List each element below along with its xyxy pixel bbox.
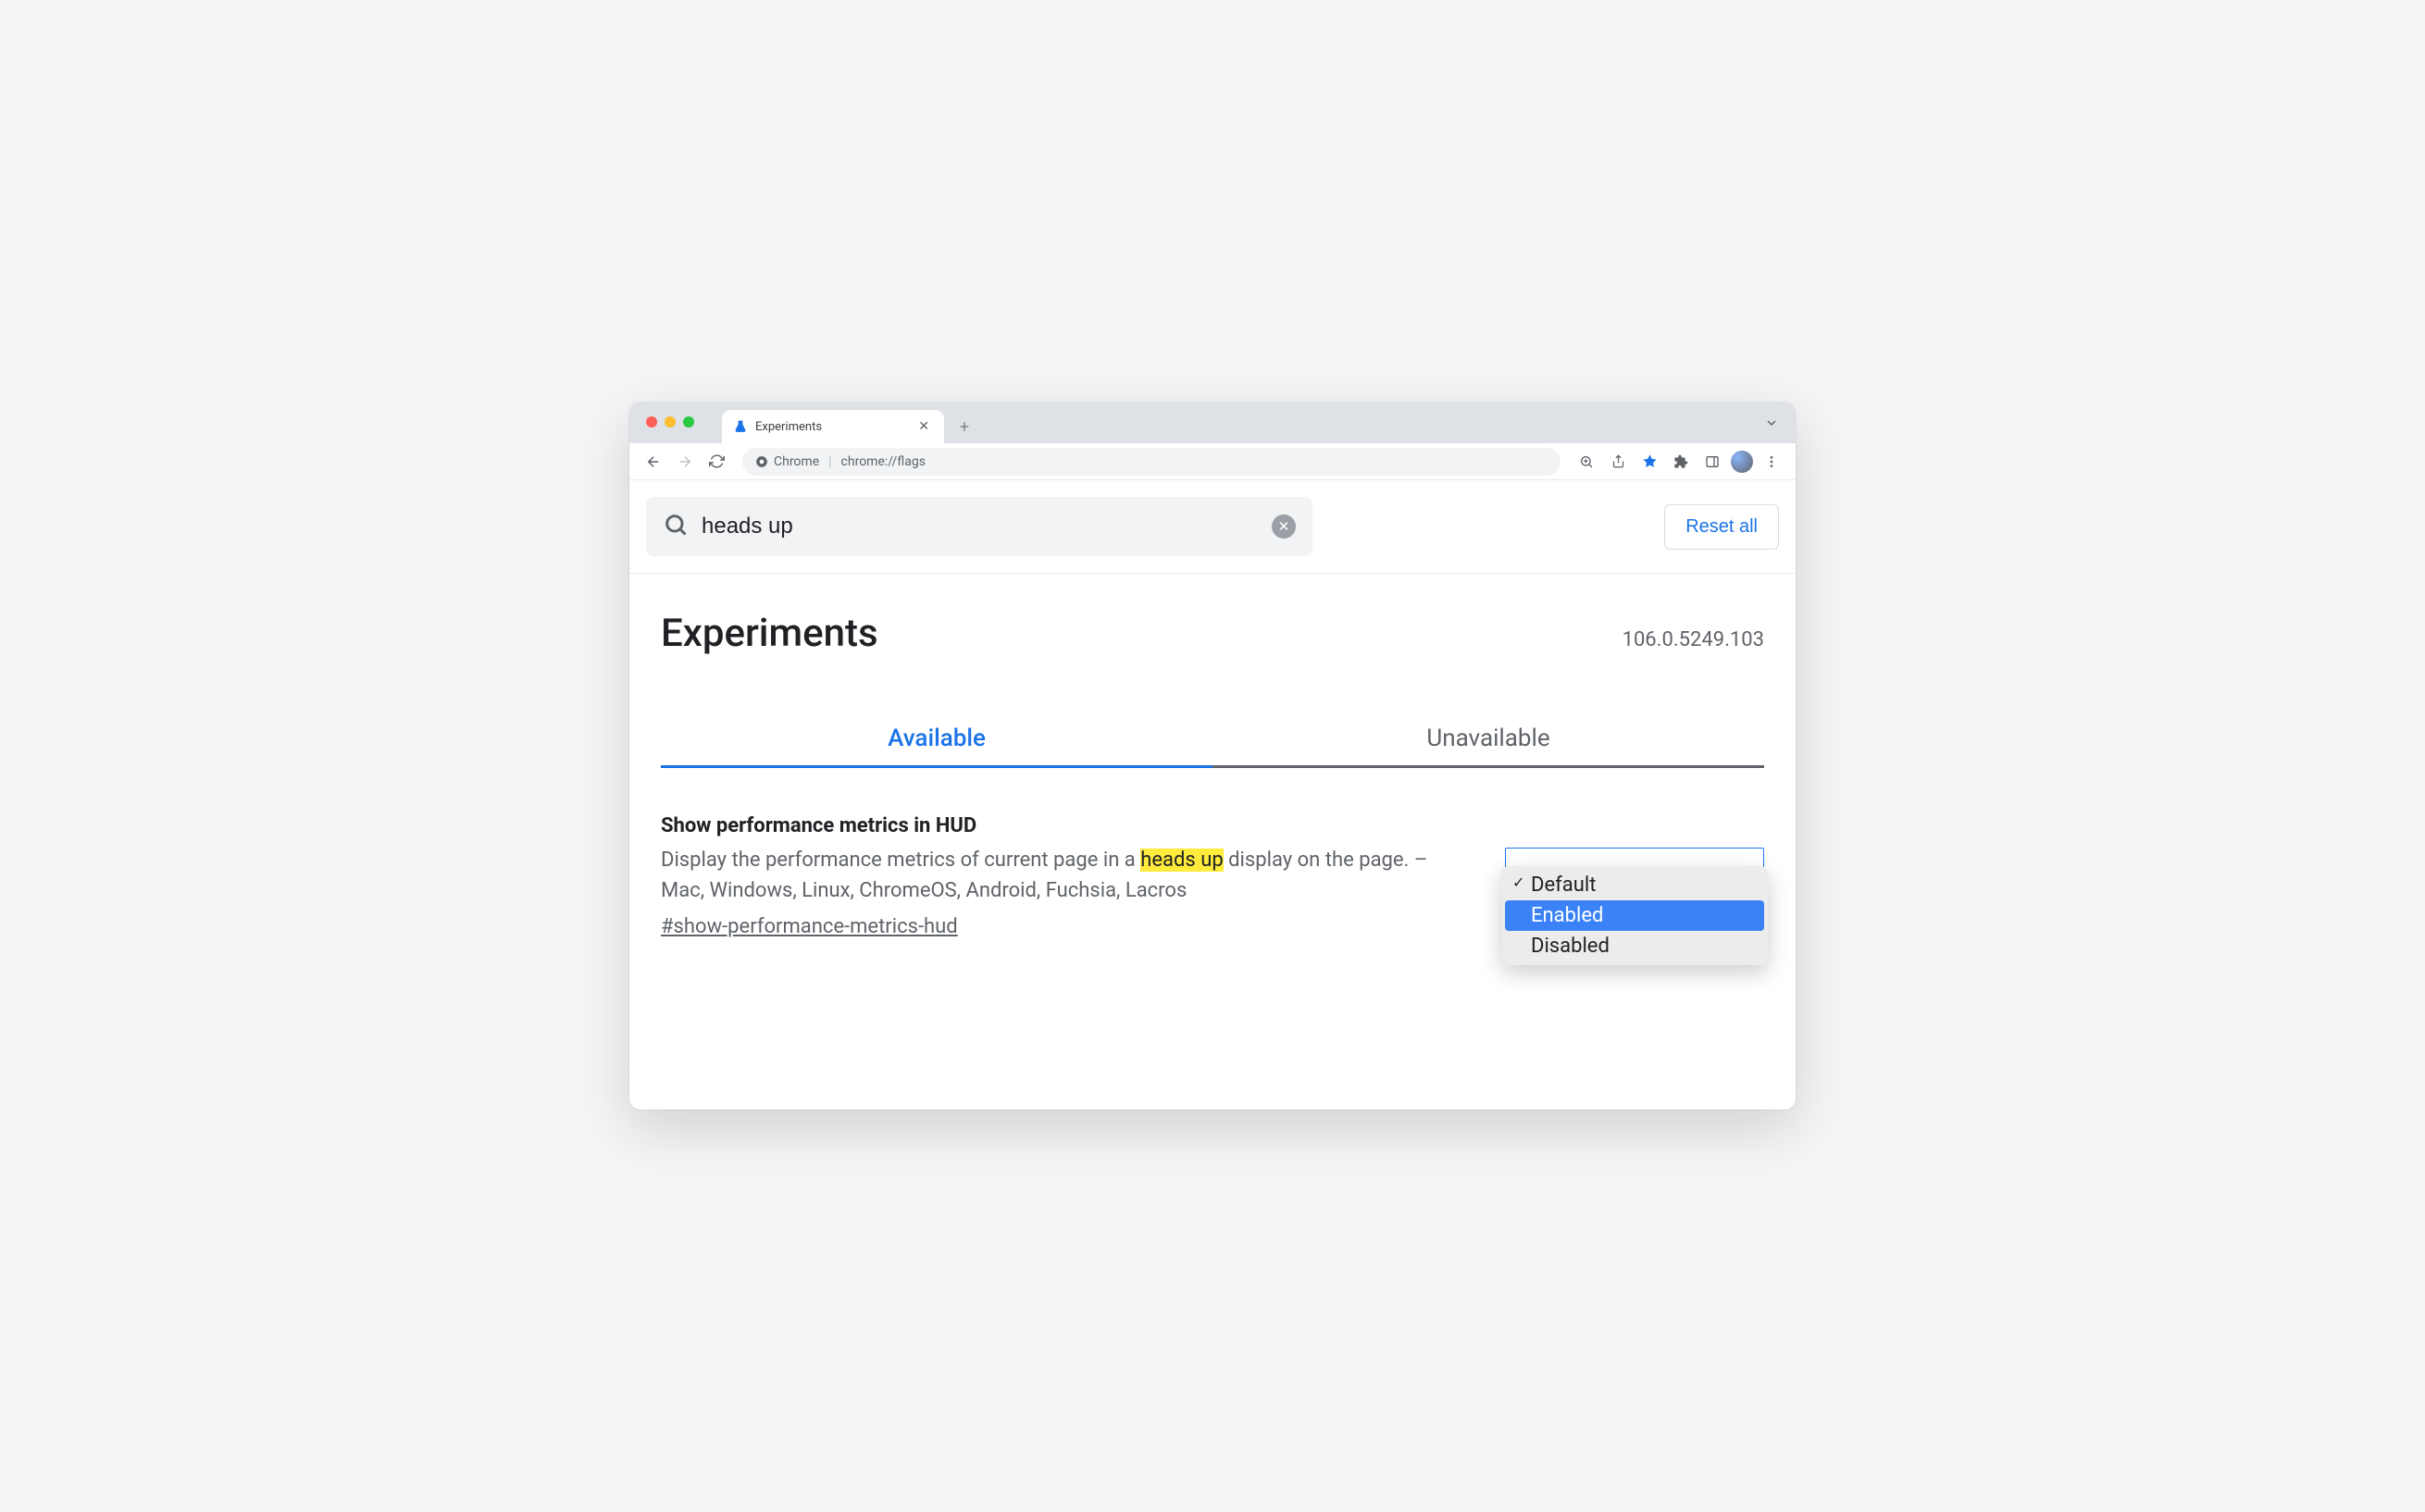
menu-icon[interactable] (1759, 449, 1785, 475)
minimize-window-button[interactable] (665, 416, 676, 428)
close-window-button[interactable] (646, 416, 657, 428)
omnibox-separator: | (828, 454, 831, 469)
browser-window: Experiments ✕ + Chrome | chrome://flags (629, 403, 1796, 1109)
flags-page: ✕ Reset all Experiments 106.0.5249.103 A… (629, 480, 1796, 1109)
flags-search-box: ✕ (646, 497, 1312, 556)
close-tab-icon[interactable]: ✕ (914, 417, 933, 436)
bookmark-star-icon[interactable] (1636, 449, 1662, 475)
tab-strip: Experiments ✕ + (629, 403, 1796, 443)
flag-text: Show performance metrics in HUD Display … (661, 814, 1449, 938)
heading-row: Experiments 106.0.5249.103 (661, 611, 1764, 656)
omnibox-url: chrome://flags (841, 454, 926, 469)
select-dropdown: Default Enabled Disabled (1501, 866, 1768, 965)
share-icon[interactable] (1605, 449, 1631, 475)
zoom-icon[interactable] (1573, 449, 1599, 475)
site-info-chip[interactable]: Chrome (755, 454, 819, 469)
clear-search-icon[interactable]: ✕ (1272, 514, 1296, 539)
tab-unavailable[interactable]: Unavailable (1212, 712, 1764, 768)
extensions-icon[interactable] (1668, 449, 1694, 475)
reload-button[interactable] (703, 449, 729, 475)
flags-search-input[interactable] (702, 514, 1259, 539)
side-panel-icon[interactable] (1699, 449, 1725, 475)
dropdown-option-enabled[interactable]: Enabled (1505, 900, 1764, 931)
search-icon (663, 512, 689, 541)
flag-desc-pre: Display the performance metrics of curre… (661, 849, 1140, 872)
chrome-version: 106.0.5249.103 (1623, 628, 1764, 651)
flag-title: Show performance metrics in HUD (661, 814, 1449, 837)
flag-item: Show performance metrics in HUD Display … (661, 814, 1764, 938)
reset-all-button[interactable]: Reset all (1664, 504, 1779, 550)
flask-icon (733, 419, 748, 434)
omnibox-chip-label: Chrome (774, 454, 819, 469)
flag-description: Display the performance metrics of curre… (661, 845, 1449, 906)
maximize-window-button[interactable] (683, 416, 694, 428)
search-highlight: heads up (1140, 849, 1223, 872)
browser-toolbar: Chrome | chrome://flags (629, 443, 1796, 480)
flags-content: Experiments 106.0.5249.103 Available Una… (629, 574, 1796, 975)
window-controls (646, 416, 694, 428)
address-bar[interactable]: Chrome | chrome://flags (742, 448, 1561, 476)
chrome-logo-icon (755, 455, 768, 468)
flags-tabs: Available Unavailable (661, 712, 1764, 768)
flag-anchor-link[interactable]: #show-performance-metrics-hud (661, 915, 958, 938)
tab-available[interactable]: Available (661, 712, 1212, 768)
profile-avatar[interactable] (1731, 451, 1753, 473)
page-title: Experiments (661, 611, 878, 656)
tabs-overflow-icon[interactable] (1764, 415, 1779, 434)
flag-select[interactable]: Default Enabled Disabled (1505, 848, 1764, 881)
browser-tab[interactable]: Experiments ✕ (722, 410, 944, 443)
back-button[interactable] (640, 449, 666, 475)
forward-button[interactable] (672, 449, 698, 475)
tab-title: Experiments (755, 420, 907, 434)
new-tab-button[interactable]: + (951, 414, 977, 440)
search-bar-row: ✕ Reset all (629, 480, 1796, 574)
dropdown-option-default[interactable]: Default (1505, 870, 1764, 900)
dropdown-option-disabled[interactable]: Disabled (1505, 931, 1764, 961)
